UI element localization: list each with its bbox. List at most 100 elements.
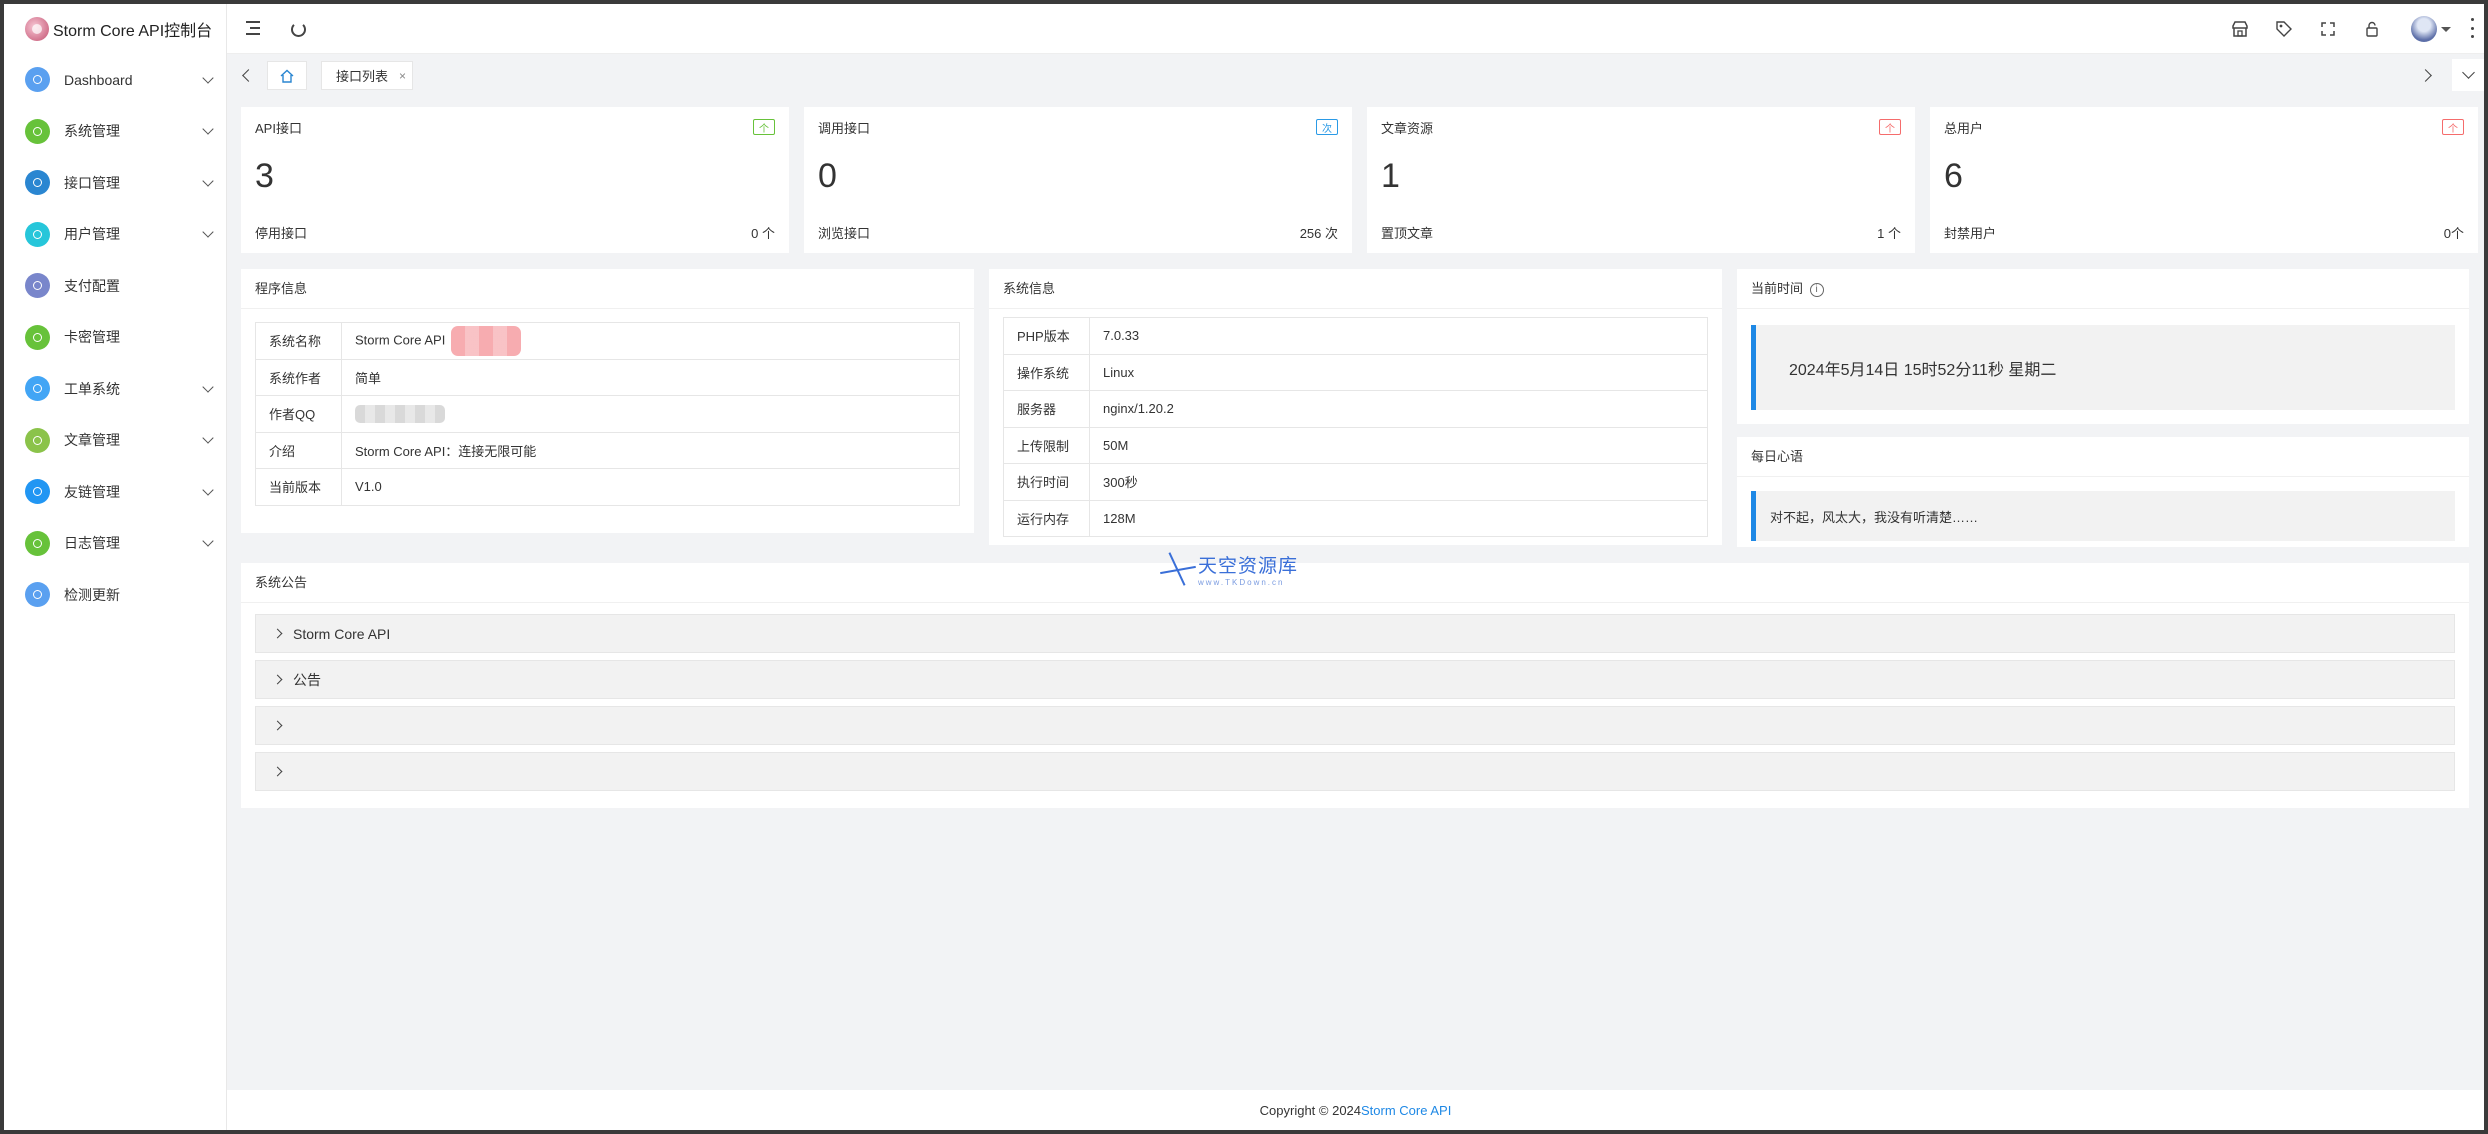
sidebar-item-card[interactable]: 卡密管理 [4,312,226,364]
sidebar-item-log[interactable]: 日志管理 [4,518,226,570]
user-avatar[interactable] [2411,16,2437,42]
stat-sub-label: 置顶文章 [1381,226,1434,241]
stat-card: API接口 个 3 停用接口 0 个 [241,107,789,253]
table-row: 作者QQ [255,395,960,433]
sidebar-item-label: 检测更新 [64,586,120,603]
redacted-mark [355,404,445,423]
table-row: PHP版本 7.0.33 [1003,317,1708,355]
sidebar-item-label: 日志管理 [64,535,120,552]
sidebar-item-payment[interactable]: 支付配置 [4,260,226,312]
chevron-down-icon [202,432,214,444]
more-vertical-icon[interactable] [2470,18,2474,38]
lock-icon[interactable] [2361,18,2383,40]
table-row: 执行时间 300秒 [1003,463,1708,501]
footer-link[interactable]: Storm Core API [1361,1103,1451,1118]
tab-scroll-left-icon[interactable] [237,66,255,84]
table-value: 简单 [341,358,960,396]
stat-value: 6 [1944,157,1963,195]
sidebar-item-update[interactable]: 检测更新 [4,569,226,621]
program-info-table: 系统名称 Storm Core API 系统作者 简单 作者QQ 介绍 Stor… [255,322,960,506]
chevron-down-icon [202,381,214,393]
chevron-down-icon [202,484,214,496]
table-value [341,395,960,433]
chevron-right-icon [272,674,283,685]
sidebar-item-label: 支付配置 [64,277,120,294]
avatar-caret-icon[interactable] [2441,27,2451,32]
system-info-table: PHP版本 7.0.33 操作系统 Linux 服务器 nginx/1.20.2 上传… [1003,317,1708,537]
chevron-down-icon [202,123,214,135]
tag-icon[interactable] [2273,18,2295,40]
stat-sub-label: 浏览接口 [818,226,871,241]
stat-value: 1 [1381,157,1400,195]
tab-close-icon[interactable]: × [399,69,406,83]
table-key: PHP版本 [1003,317,1090,355]
info-icon[interactable]: i [1809,282,1824,297]
sidebar-item-settings[interactable]: 系统管理 [4,106,226,158]
quote-text: 对不起，风太大，我没有听清楚…… [1751,491,2455,541]
stat-title: 总用户 [1944,121,1984,136]
stat-badge: 个 [1879,119,1901,135]
log-icon [25,530,50,556]
panel-title: 系统信息 [989,269,1722,309]
tab-api-list[interactable]: 接口列表 × [321,61,413,90]
tab-scroll-right-icon[interactable] [2418,66,2436,84]
table-value: V1.0 [341,468,960,506]
sidebar-item-link[interactable]: 友链管理 [4,466,226,518]
menu-fold-icon[interactable] [243,18,265,40]
table-row: 上传限制 50M [1003,426,1708,464]
daily-quote-panel: 每日心语 对不起，风太大，我没有听清楚…… [1737,437,2469,547]
time-display: 2024年5月14日 15时52分11秒 星期二 [1751,325,2455,410]
announcement-item[interactable] [255,752,2455,791]
sidebar-item-article[interactable]: 文章管理 [4,415,226,467]
announcement-panel: 系统公告 Storm Core API 公告 [241,563,2469,808]
card-icon [25,324,50,350]
user-icon [25,221,50,247]
fullscreen-icon[interactable] [2317,18,2339,40]
announcement-item[interactable] [255,706,2455,745]
program-info-panel: 程序信息 系统名称 Storm Core API 系统作者 简单 作者QQ 介绍… [241,269,974,533]
stat-value: 3 [255,157,274,195]
chevron-down-icon [202,175,214,187]
chevron-down-icon [202,72,214,84]
table-value: 128M [1089,499,1708,537]
stat-title: 调用接口 [818,121,871,136]
table-row: 当前版本 V1.0 [255,468,960,506]
tab-dropdown-icon[interactable] [2452,59,2484,91]
stat-sub-value: 0个 [2443,226,2464,241]
table-key: 当前版本 [255,468,342,506]
table-key: 上传限制 [1003,426,1090,464]
sidebar-item-api[interactable]: 接口管理 [4,157,226,209]
store-icon[interactable] [2229,18,2251,40]
tab-bar: 接口列表 × [227,55,2484,95]
watermark-text: 天空资源库 [1198,555,1299,577]
home-icon [280,69,294,83]
sidebar: Storm Core API控制台 Dashboard 系统管理接口管理用户管理支… [4,4,227,1130]
table-value: Storm Core API [341,322,960,360]
sidebar-menu: Dashboard 系统管理接口管理用户管理支付配置卡密管理 工单系统 文章管理 友链管… [4,54,226,621]
table-key: 服务器 [1003,390,1090,428]
tab-label: 接口列表 [336,69,389,84]
dashboard-icon [25,67,50,93]
sidebar-item-label: 接口管理 [64,174,120,191]
refresh-icon[interactable] [287,18,309,40]
stat-sub-label: 封禁用户 [1944,226,1997,241]
tab-home[interactable] [267,61,307,90]
redacted-mark [451,325,522,356]
ticket-icon [25,376,50,402]
stat-card: 总用户 个 6 封禁用户 0个 [1930,107,2478,253]
panel-title: 程序信息 [241,269,974,309]
link-icon [25,479,50,505]
sidebar-item-ticket[interactable]: 工单系统 [4,363,226,415]
sidebar-item-dashboard[interactable]: Dashboard [4,54,226,106]
table-row: 服务器 nginx/1.20.2 [1003,390,1708,428]
update-icon [25,582,50,608]
sidebar-item-label: Dashboard [64,71,133,88]
watermark-logo: 天空资源库 www.TKDown.cn [1158,549,1298,589]
stat-sub-value: 1 个 [1877,226,1901,241]
brand[interactable]: Storm Core API控制台 [4,4,226,54]
announcement-item[interactable]: 公告 [255,660,2455,699]
panel-title: 系统公告 [241,563,2469,603]
announcement-item[interactable]: Storm Core API [255,614,2455,653]
sidebar-item-user[interactable]: 用户管理 [4,209,226,261]
sidebar-item-label: 用户管理 [64,226,120,243]
